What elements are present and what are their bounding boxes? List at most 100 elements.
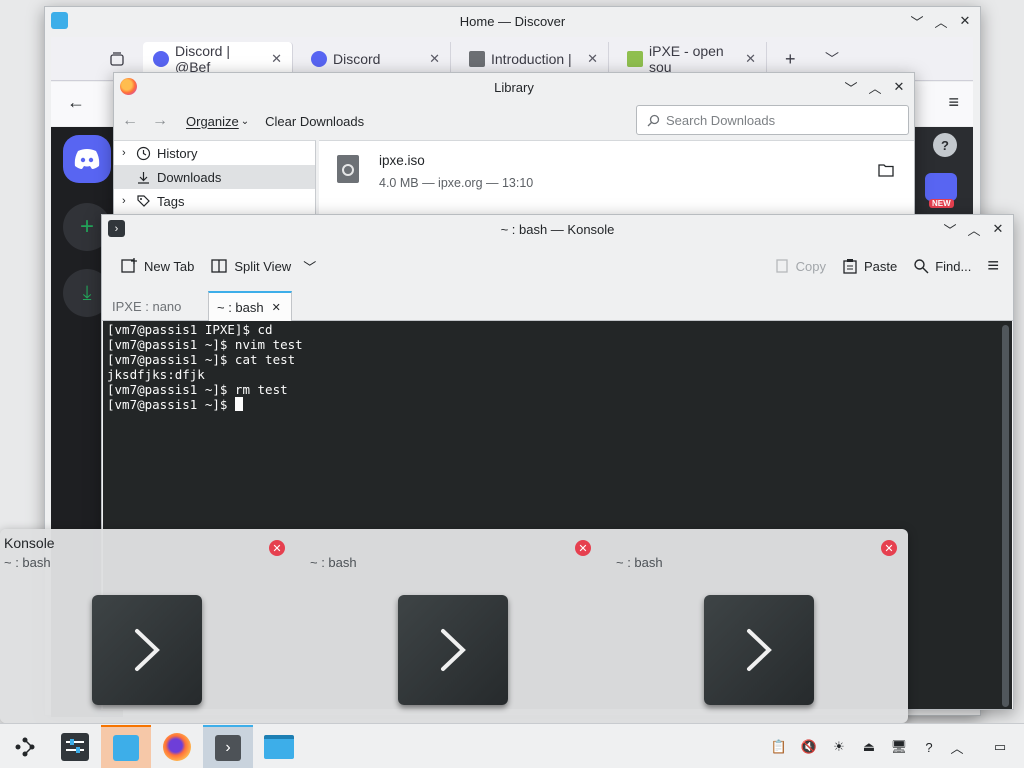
application-launcher-button[interactable] [0,725,50,768]
copy-icon [775,259,788,273]
clipboard-icon[interactable]: 📋 [769,737,789,757]
volume-muted-icon[interactable]: 🔇 [799,737,819,757]
clock-icon [136,146,151,160]
library-sidebar: › History Downloads › Tags [114,140,316,218]
sidebar-item-label: Tags [157,193,185,209]
find-label: Find... [935,258,972,274]
show-desktop-icon[interactable]: ▭ [990,737,1010,757]
minimize-icon[interactable]: ﹀ [908,12,926,30]
konsole-title: ~ : bash — Konsole [500,221,615,237]
tab-close-icon[interactable]: ✕ [745,51,756,67]
expand-arrow-icon[interactable]: › [122,147,130,159]
organize-menu[interactable]: Organize ⌄ [186,114,249,129]
new-tab-button[interactable]: + [775,42,811,76]
help-icon[interactable]: ? [919,737,939,757]
close-window-icon[interactable]: ✕ [575,540,591,556]
terminal-line: jksdfjks:dfjk [107,367,205,382]
new-tab-icon [121,258,137,273]
sidebar-item-downloads[interactable]: Downloads [114,165,315,189]
chevron-down-icon[interactable]: ﹀ [303,257,316,276]
tab-close-icon[interactable]: ✕ [429,51,440,67]
display-icon[interactable]: 🖥 [889,737,909,757]
firefox-tab[interactable]: Discord ✕ [301,42,451,76]
tab-close-icon[interactable]: ✕ [587,51,598,67]
library-window: Library ﹀ ︿ ✕ ← → Organize ⌄ Clear Downl… [113,72,915,218]
library-window-controls: ﹀ ︿ ✕ [842,73,908,101]
library-titlebar[interactable]: Library [114,73,914,101]
taskbar-app-konsole[interactable]: › [203,725,253,768]
tab-overview-button[interactable] [99,42,139,76]
konsole-icon: › [215,735,241,761]
doc-favicon [469,51,485,67]
tab-label: Discord | @Bef [175,43,230,75]
back-arrow-icon[interactable]: ← [122,112,138,130]
split-view-label: Split View [234,258,292,274]
terminal-scrollbar[interactable] [1002,325,1009,707]
taskbar-app-settings[interactable] [50,725,100,768]
expand-tray-icon[interactable]: ︿ [947,737,967,757]
close-icon[interactable]: ✕ [956,12,974,30]
help-icon[interactable]: ? [933,133,957,157]
hamburger-menu-icon[interactable]: ≡ [948,92,959,113]
brightness-icon[interactable]: ☀ [829,737,849,757]
paste-label: Paste [863,258,898,274]
switcher-item[interactable]: Konsole ~ : bash ✕ [0,529,302,723]
taskbar-app-discover[interactable] [101,725,151,768]
tag-icon [137,194,150,207]
konsole-window-controls: ﹀ ︿ ✕ [941,215,1007,243]
maximize-icon[interactable]: ︿ [965,220,983,238]
taskbar-app-dolphin[interactable] [254,725,304,768]
nitro-button[interactable] [925,173,957,201]
list-tabs-button[interactable]: ﹀ [815,42,851,76]
konsole-tab-bash[interactable]: ~ : bash ✕ [208,291,292,321]
switcher-item[interactable]: ~ : bash ✕ [306,529,608,723]
tab-close-icon[interactable]: ✕ [271,51,282,67]
switcher-item-subtitle: ~ : bash [4,555,51,570]
find-button[interactable]: Find... [905,250,979,282]
maximize-icon[interactable]: ︿ [866,78,884,96]
switcher-item[interactable]: ~ : bash ✕ [612,529,914,723]
split-view-button[interactable]: Split View ﹀ [202,250,324,282]
copy-label: Copy [795,258,826,274]
copy-button[interactable]: Copy [766,250,834,282]
open-folder-icon[interactable] [878,163,894,177]
new-tab-button[interactable]: New Tab [112,250,202,282]
firefox-tab[interactable]: Discord | @Bef ✕ [143,42,293,76]
sidebar-item-history[interactable]: › History [114,141,315,165]
terminal-cursor [234,397,243,411]
firefox-tab[interactable]: Introduction | ✕ [459,42,609,76]
terminal-prompt-line: [vm7@passis1 ~]$ [107,397,1008,412]
settings-icon [61,733,89,761]
close-window-icon[interactable]: ✕ [881,540,897,556]
minimize-icon[interactable]: ﹀ [842,78,860,96]
firefox-tab[interactable]: iPXE - open sou ✕ [617,42,767,76]
download-item[interactable]: ipxe.iso 4.0 MB — ipxe.org — 13:10 [319,141,914,201]
search-downloads-field[interactable]: Search Downloads [636,105,909,135]
forward-arrow-icon[interactable]: → [152,112,168,130]
switcher-item-title: Konsole [4,535,55,551]
hamburger-menu-button[interactable]: ≡ [979,250,1007,282]
maximize-icon[interactable]: ︿ [932,12,950,30]
paste-icon [843,259,857,274]
clear-downloads-button[interactable]: Clear Downloads [265,114,364,129]
library-title: Library [494,79,534,95]
expand-arrow-icon[interactable]: › [122,195,130,207]
sidebar-item-label: History [157,145,198,161]
back-arrow-icon[interactable]: ← [67,92,85,113]
discord-home-button[interactable] [63,135,111,183]
paste-button[interactable]: Paste [834,250,905,282]
sidebar-item-tags[interactable]: › Tags [114,189,315,213]
discover-titlebar[interactable]: Home — Discover [45,7,980,35]
konsole-tab-ipxe[interactable]: IPXE : nano [104,291,208,321]
minimize-icon[interactable]: ﹀ [941,220,959,238]
close-window-icon[interactable]: ✕ [269,540,285,556]
organize-label: Organize [186,113,239,129]
close-icon[interactable]: ✕ [989,220,1007,238]
taskbar-app-firefox[interactable] [152,725,202,768]
tab-close-icon[interactable]: ✕ [272,301,281,314]
usb-icon[interactable]: ⏏ [859,737,879,757]
close-icon[interactable]: ✕ [890,78,908,96]
ipxe-favicon [627,51,643,67]
konsole-titlebar[interactable]: ~ : bash — Konsole [102,215,1013,243]
discover-window-controls: ﹀ ︿ ✕ [908,7,974,35]
